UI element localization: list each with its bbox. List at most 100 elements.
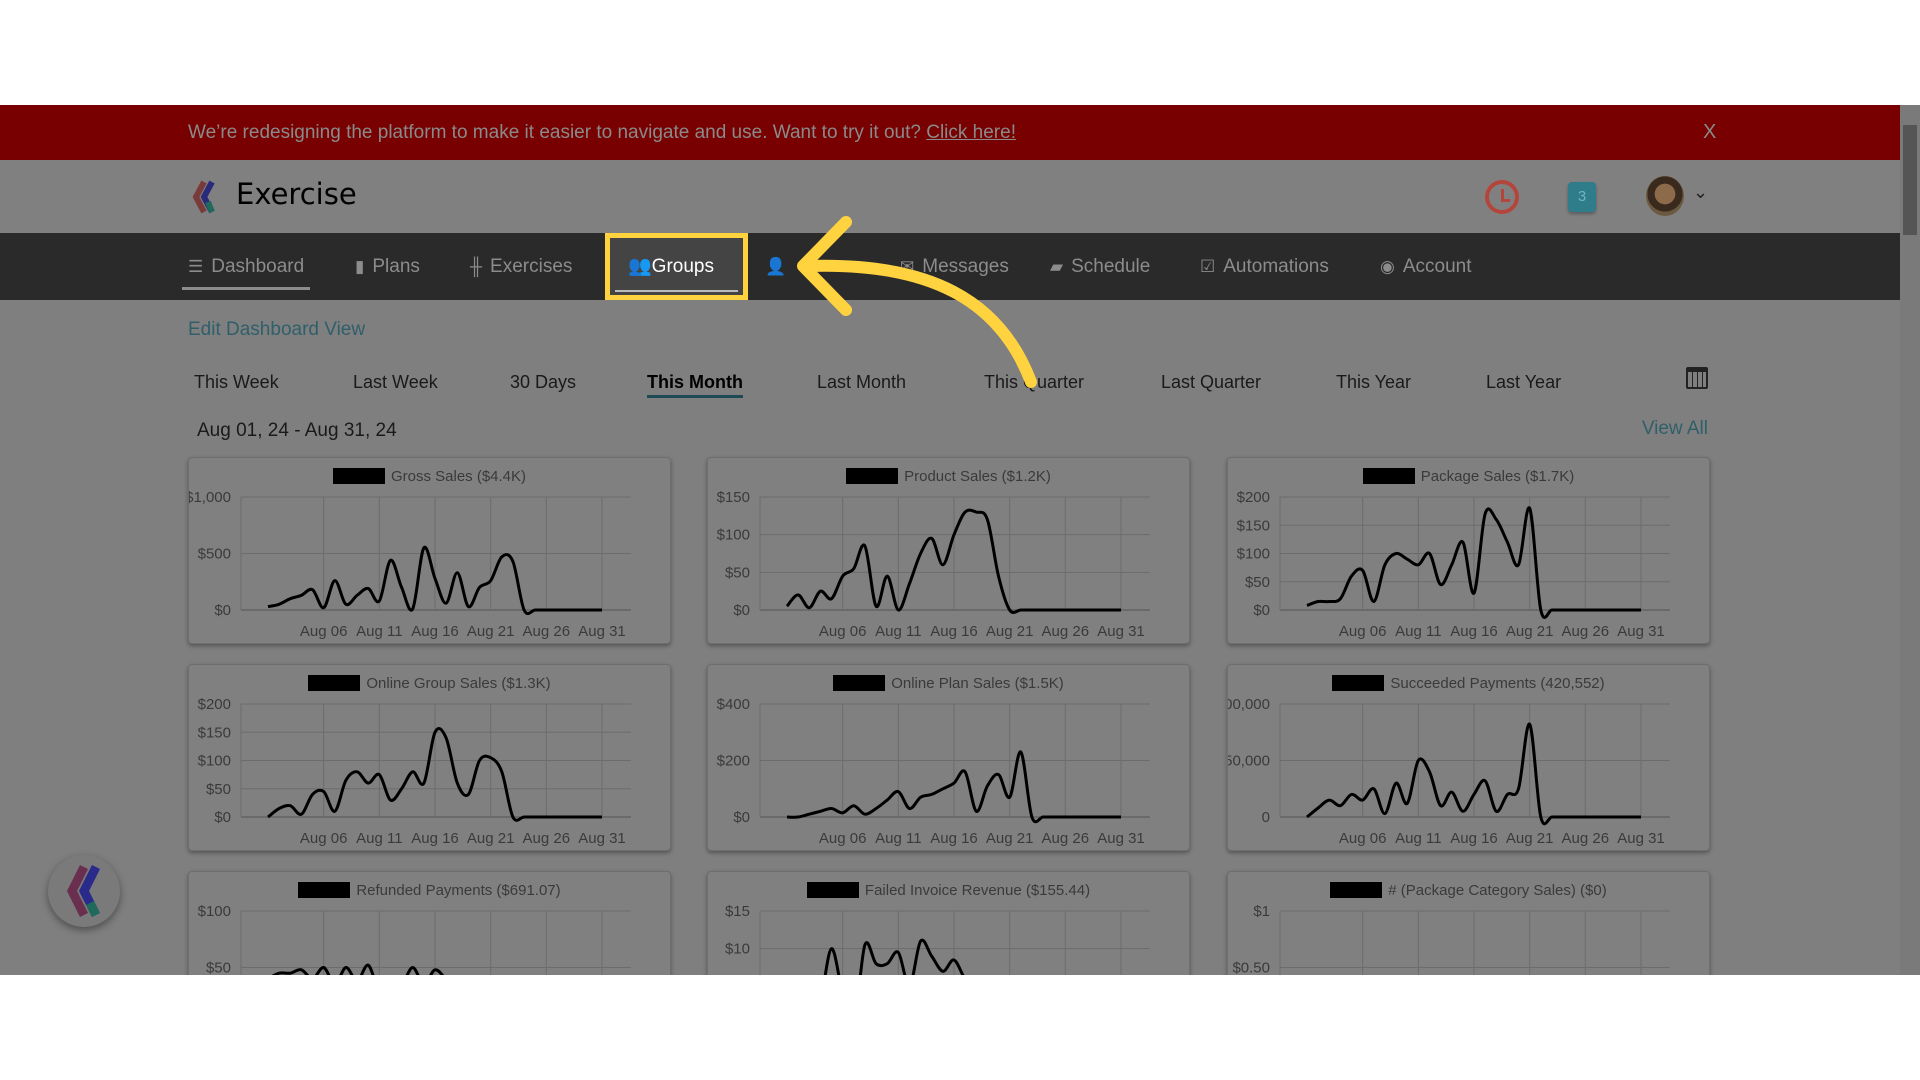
- x-tick-label: Aug 11: [356, 830, 402, 847]
- nav-item-plans[interactable]: ▮ Plans: [355, 233, 420, 300]
- scrollbar-thumb[interactable]: [1903, 125, 1917, 235]
- y-tick-label: 50,000: [1228, 753, 1270, 770]
- x-tick-label: Aug 16: [1450, 623, 1498, 640]
- chart-card: Failed Invoice Revenue ($155.44) $15 $10 $5…: [707, 871, 1190, 975]
- x-tick-label: Aug 06: [300, 623, 348, 640]
- period-tab-this-year[interactable]: This Year: [1336, 372, 1411, 393]
- y-tick-label: $100: [1237, 546, 1270, 563]
- period-tab-this-week[interactable]: This Week: [194, 372, 279, 393]
- period-tab-last-week[interactable]: Last Week: [353, 372, 438, 393]
- nav-item-messages[interactable]: ✉ Messages: [900, 233, 1009, 300]
- x-tick-label: Aug 11: [356, 623, 402, 640]
- x-tick-label: Aug 16: [930, 830, 978, 847]
- line-chart: $1,000 $500 $0 Aug 06 Aug 11 Aug 16 Aug 21 Aug …: [189, 489, 631, 640]
- y-tick-label: $200: [1237, 489, 1270, 506]
- chart-card: Product Sales ($1.2K) $150 $100 $50 $0 Aug 06…: [707, 457, 1190, 644]
- x-tick-label: Aug 11: [1395, 830, 1441, 847]
- edit-dashboard-view-link[interactable]: Edit Dashboard View: [188, 319, 365, 341]
- x-tick-label: Aug 26: [523, 623, 571, 640]
- chart-card: Online Group Sales ($1.3K) $200 $150 $100 $5…: [188, 664, 671, 851]
- period-tab-last-year[interactable]: Last Year: [1486, 372, 1561, 393]
- y-tick-label: $200: [717, 753, 750, 770]
- x-tick-label: Aug 16: [411, 623, 459, 640]
- x-tick-label: Aug 31: [1617, 623, 1665, 640]
- x-tick-label: Aug 31: [1097, 830, 1145, 847]
- main-nav: ☰ Dashboard ▮ Plans ╫ Exercises 👥Groups 👤 ✉ Messa…: [0, 233, 1900, 300]
- app-viewport: We’re redesigning the platform to make i…: [0, 105, 1920, 975]
- x-tick-label: Aug 26: [1042, 830, 1090, 847]
- x-tick-label: Aug 16: [930, 623, 978, 640]
- envelope-icon: ✉: [900, 257, 915, 276]
- y-tick-label: $150: [1237, 517, 1270, 534]
- period-tab-30-days[interactable]: 30 Days: [510, 372, 576, 393]
- line-chart: $400 $200 $0 Aug 06 Aug 11 Aug 16 Aug 21 Aug 26…: [717, 696, 1150, 847]
- x-tick-label: Aug 21: [1506, 830, 1554, 847]
- period-tab-this-month[interactable]: This Month: [647, 372, 743, 398]
- banner-close-button[interactable]: X: [1703, 105, 1716, 160]
- y-tick-label: $0.50: [1232, 960, 1270, 976]
- x-tick-label: Aug 26: [1562, 623, 1610, 640]
- avatar[interactable]: [1646, 176, 1684, 216]
- line-chart: $100$50$0Aug 06 Aug 11 Aug 16 Aug 21 Aug 26 A…: [198, 903, 631, 976]
- nav-item-label: Messages: [922, 256, 1009, 277]
- line-chart: 100,000 50,000 0 Aug 06 Aug 11 Aug 16 Aug 21 Au…: [1228, 696, 1670, 847]
- line-chart: $15$10$5$0Aug 06 Aug 11 Aug 16 Aug 21 Aug 26…: [725, 903, 1150, 975]
- banner-link[interactable]: Click here!: [926, 122, 1016, 143]
- nav-item-account[interactable]: ◉ Account: [1380, 233, 1472, 300]
- calendar-icon[interactable]: [1686, 367, 1708, 389]
- brand-logo-icon: [66, 864, 101, 918]
- x-tick-label: Aug 21: [467, 830, 515, 847]
- notification-badge[interactable]: 3: [1568, 182, 1596, 212]
- y-tick-label: $50: [206, 960, 231, 976]
- header: Exercise 3 ⌄: [0, 160, 1900, 233]
- nav-item-clients[interactable]: 👤: [765, 233, 794, 300]
- y-tick-label: $1,000: [189, 489, 231, 506]
- view-all-link[interactable]: View All: [1642, 418, 1708, 440]
- period-tab-last-month[interactable]: Last Month: [817, 372, 906, 393]
- line-chart: $150 $100 $50 $0 Aug 06 Aug 11 Aug 16 Aug 21 Aug…: [717, 489, 1150, 640]
- line-chart: $1$0.50$0Aug 06 Aug 11 Aug 16 Aug 21 Aug 26 A…: [1232, 903, 1670, 976]
- x-tick-label: Aug 21: [467, 623, 515, 640]
- period-tab-last-quarter[interactable]: Last Quarter: [1161, 372, 1261, 393]
- x-tick-label: Aug 06: [1339, 623, 1387, 640]
- y-tick-label: $100: [198, 753, 231, 770]
- x-tick-label: Aug 06: [819, 623, 867, 640]
- nav-item-label: Automations: [1223, 256, 1329, 277]
- nav-item-label: Account: [1402, 256, 1472, 277]
- nav-item-label: Schedule: [1071, 256, 1151, 277]
- x-tick-label: Aug 26: [1042, 623, 1090, 640]
- nav-item-schedule[interactable]: ▰ Schedule: [1050, 233, 1150, 300]
- banner-text: We’re redesigning the platform to make i…: [188, 122, 921, 143]
- y-tick-label: $0: [1253, 602, 1270, 619]
- x-tick-label: Aug 16: [1450, 830, 1498, 847]
- chevron-down-icon[interactable]: ⌄: [1693, 182, 1708, 203]
- x-tick-label: Aug 21: [986, 830, 1034, 847]
- y-tick-label: $150: [717, 489, 750, 506]
- checkbox-icon: ☑: [1200, 257, 1216, 276]
- date-range: Aug 01, 24 - Aug 31, 24: [197, 420, 397, 441]
- nav-item-groups[interactable]: 👥Groups: [605, 233, 748, 300]
- y-tick-label: $50: [725, 564, 750, 581]
- y-tick-label: $200: [198, 696, 231, 713]
- y-tick-label: $100: [717, 527, 750, 544]
- x-tick-label: Aug 21: [986, 623, 1034, 640]
- nav-item-dashboard[interactable]: ☰ Dashboard: [181, 233, 311, 300]
- x-tick-label: Aug 31: [578, 623, 626, 640]
- x-tick-label: Aug 11: [875, 830, 921, 847]
- clipboard-icon: ▮: [355, 257, 365, 276]
- period-tab-this-quarter[interactable]: This Quarter: [984, 372, 1084, 393]
- y-tick-label: $0: [214, 602, 231, 619]
- floating-help-button[interactable]: [48, 855, 120, 927]
- nav-item-label: Dashboard: [211, 256, 305, 277]
- vertical-scrollbar[interactable]: [1900, 105, 1920, 975]
- clock-icon[interactable]: [1485, 180, 1519, 214]
- x-tick-label: Aug 16: [411, 830, 459, 847]
- nav-item-automations[interactable]: ☑ Automations: [1200, 233, 1329, 300]
- chart-card: Online Plan Sales ($1.5K) $400 $200 $0 Aug 0…: [707, 664, 1190, 851]
- list-icon: ☰: [188, 257, 204, 276]
- chart-card: Gross Sales ($4.4K) $1,000 $500 $0 Aug 06 Aug…: [188, 457, 671, 644]
- y-tick-label: $50: [206, 781, 231, 798]
- nav-item-label: Plans: [372, 256, 420, 277]
- nav-item-exercises[interactable]: ╫ Exercises: [470, 233, 572, 300]
- user-circle-icon: ◉: [1380, 257, 1395, 276]
